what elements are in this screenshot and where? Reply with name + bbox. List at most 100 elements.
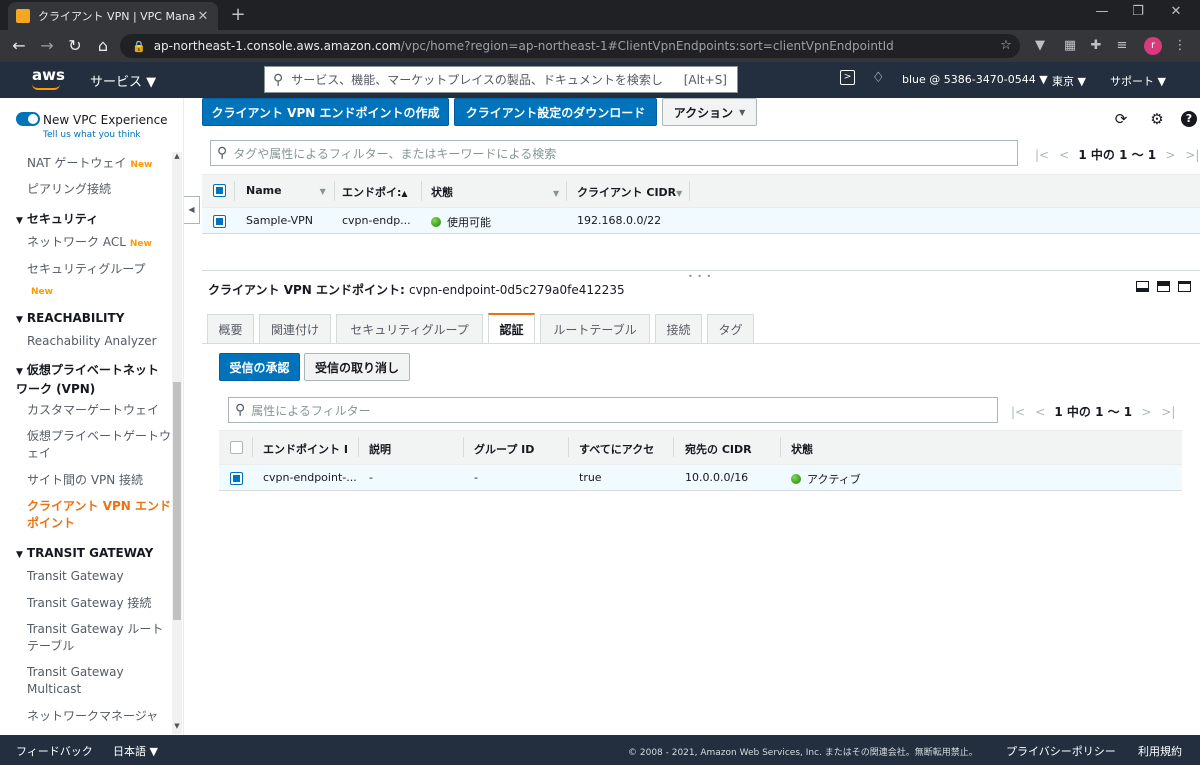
tab-connections[interactable]: 接続: [655, 314, 702, 343]
close-tab-icon[interactable]: ✕: [196, 9, 210, 24]
tab-authorization[interactable]: 認証: [488, 313, 535, 343]
tab-route-table[interactable]: ルートテーブル: [540, 314, 650, 343]
reload-icon[interactable]: ↻: [64, 36, 86, 56]
pane-bottom-icon[interactable]: [1136, 281, 1149, 292]
support-menu[interactable]: サポート ▼: [1110, 73, 1166, 89]
prev-page-icon[interactable]: <: [1035, 405, 1045, 419]
sidebar-item-reachability-analyzer[interactable]: Reachability Analyzer: [27, 333, 172, 350]
first-page-icon[interactable]: |<: [1011, 405, 1025, 419]
services-menu[interactable]: サービス ▼: [90, 71, 156, 90]
pane-split-icon[interactable]: [1157, 281, 1170, 292]
column-state[interactable]: 状態 ▼: [431, 184, 561, 200]
splitter-grip-icon[interactable]: • • •: [688, 272, 712, 281]
row-checkbox[interactable]: [213, 215, 226, 228]
bookmark-star-icon[interactable]: ☆: [998, 38, 1014, 54]
feedback-link[interactable]: Tell us what you think: [43, 130, 141, 140]
sidebar-item-customer-gateway[interactable]: カスタマーゲートウェイ: [27, 402, 172, 419]
sidebar-item-network-manager[interactable]: ネットワークマネージャ: [27, 708, 172, 725]
select-all-checkbox[interactable]: [213, 184, 226, 197]
maximize-icon[interactable]: ❐: [1124, 4, 1152, 19]
aws-logo[interactable]: aws: [32, 66, 65, 84]
column-group-id[interactable]: グループ ID: [474, 441, 564, 457]
download-config-button[interactable]: クライアント設定のダウンロード: [454, 98, 657, 126]
sidebar-section-reachability[interactable]: ▼ REACHABILITY: [16, 310, 176, 329]
auth-filter-input[interactable]: ⚲ 属性によるフィルター: [228, 397, 998, 423]
tab-associations[interactable]: 関連付け: [259, 314, 331, 343]
sidebar-section-security[interactable]: ▼ セキュリティ: [16, 211, 176, 230]
sidebar-item-transit-route-table[interactable]: Transit Gateway ルートテーブル: [27, 621, 172, 655]
column-description[interactable]: 説明: [369, 441, 459, 457]
back-icon[interactable]: ←: [8, 36, 30, 56]
last-page-icon[interactable]: >|: [1161, 405, 1175, 419]
close-window-icon[interactable]: ✕: [1162, 4, 1190, 19]
privacy-link[interactable]: プライバシーポリシー: [1006, 743, 1116, 759]
actions-button[interactable]: アクション ▼: [662, 98, 757, 126]
aws-search-input[interactable]: ⚲ サービス、機能、マーケットプレイスの製品、ドキュメントを検索し [Alt+S…: [264, 66, 738, 93]
sidebar-item-transit-attach[interactable]: Transit Gateway 接続: [27, 595, 172, 612]
forward-icon[interactable]: →: [36, 36, 58, 56]
gear-icon[interactable]: ⚙: [1148, 110, 1166, 128]
first-page-icon[interactable]: |<: [1035, 148, 1049, 162]
profile-avatar[interactable]: r: [1144, 37, 1162, 55]
sidebar-item-transit-gateway[interactable]: Transit Gateway: [27, 568, 172, 585]
new-vpc-toggle[interactable]: [16, 112, 40, 126]
row-checkbox[interactable]: [230, 472, 243, 485]
help-icon[interactable]: ?: [1181, 111, 1197, 127]
region-menu[interactable]: 東京 ▼: [1052, 73, 1086, 89]
sidebar-section-vpn[interactable]: ▼ 仮想プライベートネットワーク (VPN): [16, 362, 168, 398]
prev-page-icon[interactable]: <: [1059, 148, 1069, 162]
select-all-checkbox[interactable]: [230, 441, 243, 454]
sidebar-item-nat-gateway[interactable]: NAT ゲートウェイ New: [27, 155, 172, 174]
column-destination-cidr[interactable]: 宛先の CIDR: [685, 441, 780, 457]
home-icon[interactable]: ⌂: [92, 36, 114, 56]
browser-menu-icon[interactable]: ⋮: [1172, 38, 1188, 54]
refresh-icon[interactable]: ⟳: [1112, 110, 1130, 128]
sidebar-section-transit-gateway[interactable]: ▼ TRANSIT GATEWAY: [16, 545, 176, 564]
sidebar-item-client-vpn[interactable]: クライアント VPN エンドポイント: [27, 498, 172, 532]
sidebar-item-network-acl[interactable]: ネットワーク ACL New: [27, 234, 172, 253]
bell-icon[interactable]: ♢: [872, 70, 885, 86]
column-endpoint-id[interactable]: エンドポイント I: [263, 441, 353, 457]
create-endpoint-button[interactable]: クライアント VPN エンドポイントの作成: [202, 98, 449, 126]
sidebar-scrollbar-thumb[interactable]: [173, 382, 181, 620]
column-client-cidr[interactable]: クライアント CIDR▼: [577, 184, 687, 200]
revoke-ingress-button[interactable]: 受信の取り消し: [304, 353, 410, 381]
feedback-button[interactable]: フィードバック: [16, 743, 93, 759]
extension-calendar-icon[interactable]: ▦: [1062, 38, 1078, 54]
endpoint-filter-input[interactable]: ⚲ タグや属性によるフィルター、またはキーワードによる検索: [210, 140, 1018, 166]
new-tab-button[interactable]: +: [228, 4, 248, 26]
pager-label: 1 中の 1 〜 1: [1054, 405, 1133, 419]
next-page-icon[interactable]: >: [1165, 148, 1175, 162]
tab-overview[interactable]: 概要: [207, 314, 254, 343]
account-menu[interactable]: blue @ 5386-3470-0544 ▼: [902, 73, 1048, 86]
sidebar-item-virtual-private-gateway[interactable]: 仮想プライベートゲートウェイ: [27, 428, 172, 462]
sidebar-item-transit-multicast[interactable]: Transit Gateway Multicast: [27, 664, 172, 698]
url-host: ap-northeast-1.console.aws.amazon.com: [153, 39, 401, 53]
pane-splitter[interactable]: [202, 270, 1200, 271]
tab-tags[interactable]: タグ: [707, 314, 754, 343]
sidebar-item-peering[interactable]: ピアリング接続: [27, 181, 172, 198]
sidebar-item-security-groups[interactable]: セキュリティグループ: [27, 261, 172, 278]
column-access-all[interactable]: すべてにアクセ: [579, 441, 667, 457]
tab-security-groups[interactable]: セキュリティグループ: [336, 314, 483, 343]
next-page-icon[interactable]: >: [1141, 405, 1151, 419]
media-queue-icon[interactable]: ≡: [1114, 38, 1130, 54]
url-input[interactable]: 🔒 ap-northeast-1.console.aws.amazon.com /…: [120, 34, 1020, 58]
pane-full-icon[interactable]: [1178, 281, 1191, 292]
minimize-icon[interactable]: —: [1088, 4, 1116, 19]
scroll-up-icon[interactable]: ▲: [172, 152, 182, 160]
language-selector[interactable]: 日本語 ▼: [113, 743, 158, 759]
sidebar-item-site-to-site-vpn[interactable]: サイト間の VPN 接続: [27, 472, 172, 489]
last-page-icon[interactable]: >|: [1185, 148, 1199, 162]
authorize-ingress-button[interactable]: 受信の承認: [219, 353, 300, 381]
column-status[interactable]: 状態: [791, 441, 871, 457]
terms-link[interactable]: 利用規約: [1138, 743, 1182, 759]
column-name[interactable]: Name ▼: [246, 184, 331, 197]
browser-tab[interactable]: クライアント VPN | VPC Managemen ✕: [8, 2, 218, 30]
collapse-sidebar-icon[interactable]: ◀: [184, 196, 200, 224]
extensions-puzzle-icon[interactable]: ✚: [1088, 38, 1104, 54]
column-endpoint-id[interactable]: エンドポイ:▲: [342, 184, 418, 200]
extension-v-icon[interactable]: ▼: [1032, 38, 1048, 54]
scroll-down-icon[interactable]: ▼: [172, 722, 182, 730]
cloudshell-icon[interactable]: >: [840, 70, 855, 85]
